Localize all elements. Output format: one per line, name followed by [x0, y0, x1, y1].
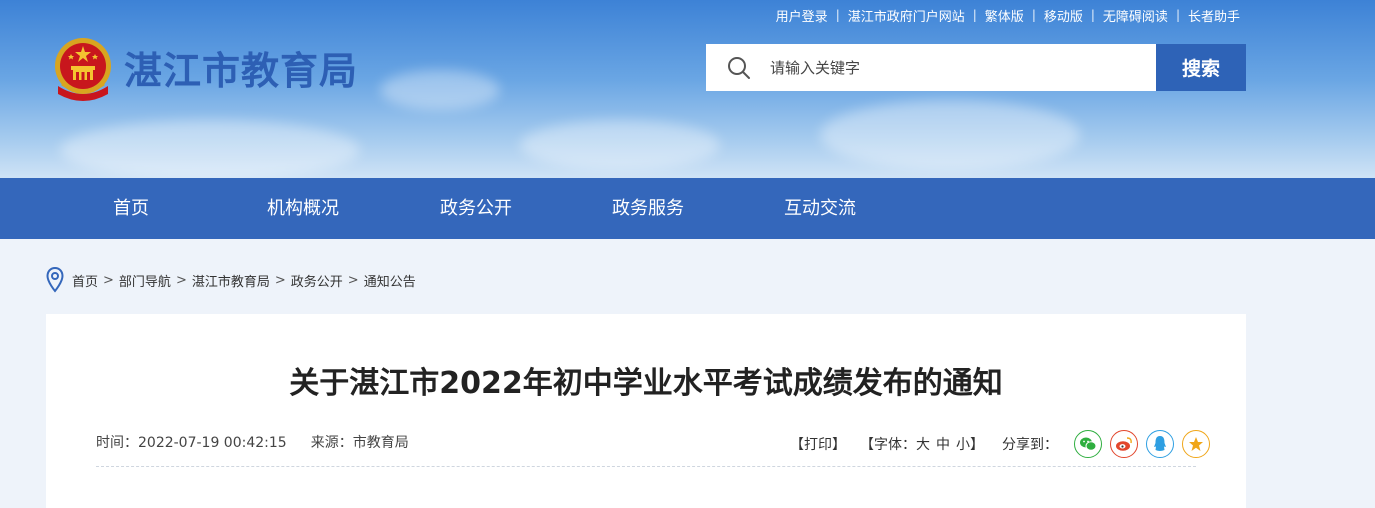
search-box — [706, 44, 1156, 91]
nav-item-interaction[interactable]: 互动交流 — [784, 178, 856, 239]
breadcrumb-education-bureau[interactable]: 湛江市教育局 — [192, 271, 270, 290]
national-emblem-logo — [55, 38, 111, 101]
breadcrumb-gov-affairs[interactable]: 政务公开 — [291, 271, 343, 290]
separator: | — [972, 8, 977, 22]
font-size-label: 【字体： — [860, 437, 916, 453]
cloud-decoration — [520, 120, 720, 170]
search-button[interactable]: 搜索 — [1156, 44, 1246, 91]
font-size-large[interactable]: 大 — [916, 434, 930, 454]
link-traditional[interactable]: 繁体版 — [985, 6, 1024, 25]
breadcrumb: 首页 > 部门导航 > 湛江市教育局 > 政务公开 > 通知公告 — [46, 267, 416, 293]
main-nav: 首页 机构概况 政务公开 政务服务 互动交流 — [0, 178, 1375, 239]
article-meta: 时间：2022-07-19 00:42:15 来源：市教育局 — [96, 432, 409, 452]
meta-divider — [96, 466, 1196, 467]
separator: | — [1175, 8, 1180, 22]
separator: | — [835, 8, 840, 22]
top-links: 用户登录 | 湛江市政府门户网站 | 繁体版 | 移动版 | 无障碍阅读 | 长… — [776, 6, 1240, 25]
site-title[interactable]: 湛江市教育局 — [124, 40, 358, 95]
nav-item-gov-services[interactable]: 政务服务 — [612, 178, 684, 239]
publish-time: 时间：2022-07-19 00:42:15 — [96, 435, 287, 451]
cloud-decoration — [380, 70, 500, 110]
link-gov-portal[interactable]: 湛江市政府门户网站 — [848, 6, 965, 25]
breadcrumb-department-nav[interactable]: 部门导航 — [119, 271, 171, 290]
link-user-login[interactable]: 用户登录 — [776, 6, 828, 25]
article-title: 关于湛江市2022年初中学业水平考试成绩发布的通知 — [289, 366, 1003, 401]
link-mobile[interactable]: 移动版 — [1044, 6, 1083, 25]
font-size-small[interactable]: 小 — [956, 434, 970, 454]
breadcrumb-separator: > — [347, 272, 359, 288]
breadcrumb-separator: > — [175, 272, 187, 288]
breadcrumb-notices[interactable]: 通知公告 — [364, 271, 416, 290]
article-source: 来源：市教育局 — [310, 435, 409, 451]
cloud-decoration — [60, 120, 360, 178]
search-icon — [728, 56, 750, 79]
separator: | — [1031, 8, 1036, 22]
breadcrumb-separator: > — [103, 272, 114, 288]
separator: | — [1090, 8, 1095, 22]
breadcrumb-home[interactable]: 首页 — [72, 271, 98, 290]
location-pin-icon — [46, 267, 64, 293]
breadcrumb-separator: > — [274, 272, 286, 288]
nav-item-home[interactable]: 首页 — [113, 178, 149, 239]
qq-icon[interactable] — [1146, 430, 1174, 458]
nav-item-gov-affairs[interactable]: 政务公开 — [440, 178, 512, 239]
header-banner: 用户登录 | 湛江市政府门户网站 | 繁体版 | 移动版 | 无障碍阅读 | 长… — [0, 0, 1375, 178]
qzone-icon[interactable] — [1182, 430, 1210, 458]
share-label: 分享到： — [1002, 437, 1058, 453]
link-elder-helper[interactable]: 长者助手 — [1188, 6, 1240, 25]
search-input[interactable] — [770, 47, 1130, 88]
nav-item-organization[interactable]: 机构概况 — [267, 178, 339, 239]
link-accessibility[interactable]: 无障碍阅读 — [1103, 6, 1168, 25]
font-size-suffix: 】 — [970, 437, 984, 453]
font-size-medium[interactable]: 中 — [936, 434, 950, 454]
wechat-icon[interactable] — [1074, 430, 1102, 458]
weibo-icon[interactable] — [1110, 430, 1138, 458]
print-button[interactable]: 【打印】 — [790, 434, 846, 454]
cloud-decoration — [820, 100, 1080, 170]
article-card: 关于湛江市2022年初中学业水平考试成绩发布的通知 时间：2022-07-19 … — [46, 314, 1246, 508]
article-tools: 【打印】 【字体： 大 中 小 】 分享到： — [790, 430, 1210, 458]
